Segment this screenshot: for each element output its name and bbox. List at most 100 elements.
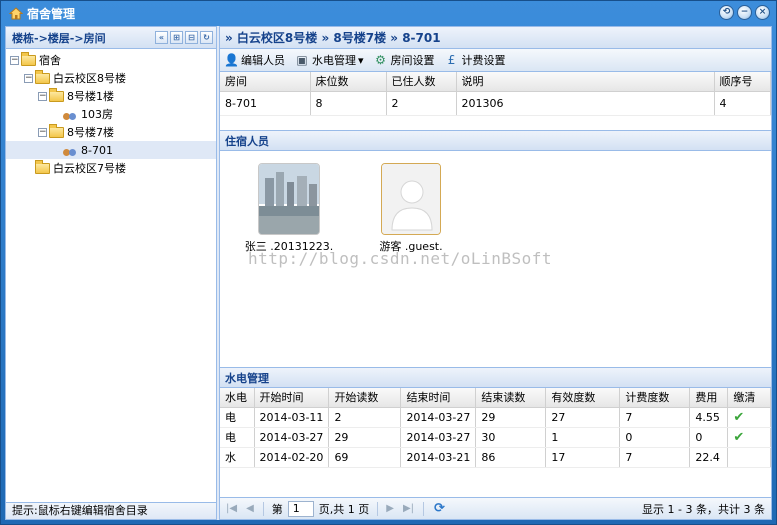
tree-node[interactable]: 103房 (6, 105, 216, 123)
residents-header: 住宿人员 (220, 130, 771, 151)
expand-all-icon[interactable]: ⊞ (170, 31, 183, 44)
collapse-node-icon[interactable]: − (38, 91, 47, 101)
tree-node-label: 白云校区8号楼 (53, 72, 126, 85)
table-cell: 201306 (456, 91, 715, 116)
page-info: 显示 1 - 3 条，共计 3 条 (642, 503, 765, 516)
table-cell: 2 (328, 407, 402, 428)
restore-button[interactable]: ⟲ (719, 5, 734, 20)
utility-row[interactable]: 电 2014-03-11 2 2014-03-27 29 27 7 4.55 ✔ (220, 407, 771, 428)
column-header[interactable]: 计费度数 (619, 388, 691, 408)
tree-node-label: 8号楼7楼 (67, 126, 114, 139)
tree-node-label: 8-701 (81, 143, 113, 157)
resident-card[interactable]: 张三 .20131223. (234, 163, 344, 254)
table-cell: 2014-03-27 (400, 407, 477, 428)
table-cell: 0 (619, 427, 691, 448)
column-header[interactable]: 已住人数 (386, 72, 457, 92)
monitor-icon: ▣ (296, 52, 308, 67)
column-header[interactable]: 说明 (456, 72, 715, 92)
folder-icon (49, 87, 64, 102)
residents-area: 张三 .20131223. 游客 .guest. http://blog.csd… (220, 151, 771, 367)
tree-node-label: 宿舍 (39, 54, 61, 67)
table-cell: 17 (545, 447, 621, 468)
toolbar-button-monitor[interactable]: ▣ 水电管理 ▾ (295, 52, 364, 68)
page-total: 页,共 1 页 (318, 502, 370, 516)
collapse-node-icon[interactable]: − (10, 55, 19, 65)
tree-node[interactable]: − 白云校区8号楼 (6, 69, 216, 87)
tree-node[interactable]: − 8号楼7楼 (6, 123, 216, 141)
collapse-panel-icon[interactable]: « (155, 31, 168, 44)
resident-card[interactable]: 游客 .guest. (366, 163, 456, 254)
column-header[interactable]: 结束读数 (475, 388, 547, 408)
tree-node-label: 103房 (81, 108, 113, 121)
utility-row[interactable]: 水 2014-02-20 69 2014-03-21 86 17 7 22.4 (220, 447, 771, 468)
detail-panel: » 白云校区8号楼 » 8号楼7楼 » 8-701 👤 编辑人员 ▣ 水电管理 ▾ ⚙ 房间… (219, 26, 772, 520)
page-input[interactable]: 1 (287, 500, 314, 517)
refresh-tree-icon[interactable]: ↻ (200, 31, 213, 44)
tree-node[interactable]: 白云校区7号楼 (6, 159, 216, 177)
table-cell: 2014-03-27 (254, 427, 330, 448)
title-bar[interactable]: 宿舍管理 ⟲ − × (1, 1, 776, 25)
column-header[interactable]: 有效度数 (545, 388, 621, 408)
table-cell: 1 (545, 427, 621, 448)
utility-row[interactable]: 电 2014-03-27 29 2014-03-27 30 1 0 0 ✔ (220, 427, 771, 448)
toolbar-button-currency[interactable]: £ 计费设置 (445, 52, 506, 68)
table-cell: 2 (386, 91, 457, 116)
folder-icon (35, 69, 50, 84)
column-header[interactable]: 床位数 (310, 72, 387, 92)
toolbar-button-person-edit[interactable]: 👤 编辑人员 (224, 52, 285, 68)
table-cell: 2014-03-27 (400, 427, 477, 448)
room-settings-icon: ⚙ (375, 52, 386, 67)
room-row[interactable]: 8-701 8 2 201306 4 (220, 91, 771, 116)
column-header[interactable]: 水电 (220, 388, 255, 408)
column-header[interactable]: 缴清 (727, 388, 771, 408)
collapse-node-icon[interactable]: − (24, 73, 33, 83)
toolbar-button-label: 水电管理 (312, 54, 356, 67)
tree-node[interactable]: 8-701 (6, 141, 216, 159)
utilities-header: 水电管理 (220, 367, 771, 388)
table-cell: 4.55 (689, 407, 729, 428)
table-cell: 电 (220, 407, 255, 428)
table-cell: 8 (310, 91, 387, 116)
column-header[interactable]: 结束时间 (400, 388, 477, 408)
tree-node-label: 白云校区7号楼 (53, 162, 126, 175)
dorm-tree: − 宿舍 − 白云校区8号楼 −8号楼1楼 103房 −8号楼7楼 8-701 白云校区7号楼 (6, 49, 216, 177)
folder-icon (21, 51, 36, 66)
table-cell: 69 (328, 447, 402, 468)
column-header[interactable]: 费用 (689, 388, 729, 408)
tree-node-label: 8号楼1楼 (67, 90, 114, 103)
column-header[interactable]: 房间 (220, 72, 311, 92)
close-button[interactable]: × (755, 5, 770, 20)
person-edit-icon: 👤 (224, 52, 239, 67)
table-cell: 水 (220, 447, 255, 468)
toolbar-button-label: 房间设置 (390, 54, 435, 67)
toolbar-button-label: 编辑人员 (241, 54, 285, 67)
tree-panel: 楼栋->楼层->房间 « ⊞ ⊟ ↻ − 宿舍 − 白云校区8号楼 −8号楼1楼 103房… (5, 26, 217, 520)
table-cell: 0 (689, 427, 729, 448)
collapse-all-icon[interactable]: ⊟ (185, 31, 198, 44)
next-page-button[interactable]: ▶ (386, 503, 394, 514)
tree-node[interactable]: − 8号楼1楼 (6, 87, 216, 105)
column-header[interactable]: 开始读数 (328, 388, 402, 408)
table-cell: 4 (714, 91, 771, 116)
last-page-button[interactable]: ▶| (403, 503, 414, 514)
resident-photo (258, 163, 320, 235)
default-avatar-icon (381, 163, 441, 235)
table-cell: 22.4 (689, 447, 729, 468)
dorm-window: 宿舍管理 ⟲ − × 楼栋->楼层->房间 « ⊞ ⊟ ↻ − 宿舍 − 白云校区8号… (0, 0, 777, 525)
toolbar-button-room-settings[interactable]: ⚙ 房间设置 (374, 52, 435, 68)
table-cell: 29 (328, 427, 402, 448)
window-body: 楼栋->楼层->房间 « ⊞ ⊟ ↻ − 宿舍 − 白云校区8号楼 −8号楼1楼 103房… (5, 26, 772, 520)
prev-page-button[interactable]: ◀ (246, 503, 254, 514)
refresh-icon[interactable]: ⟳ (434, 501, 445, 516)
utilities-table: 水电 开始时间 开始读数 结束时间 结束读数 有效度数 计费度数 费用 缴清 电 2014-03-… (220, 388, 771, 468)
table-cell: 2014-03-21 (400, 447, 477, 468)
table-cell: 27 (545, 407, 621, 428)
column-header[interactable]: 开始时间 (254, 388, 330, 408)
column-header[interactable]: 顺序号 (714, 72, 771, 92)
collapse-node-icon[interactable]: − (38, 127, 47, 137)
first-page-button[interactable]: |◀ (226, 503, 237, 514)
tree-node[interactable]: − 宿舍 (6, 51, 216, 69)
minimize-button[interactable]: − (737, 5, 752, 20)
table-cell: 7 (619, 407, 691, 428)
chevron-down-icon: ▾ (358, 53, 364, 67)
